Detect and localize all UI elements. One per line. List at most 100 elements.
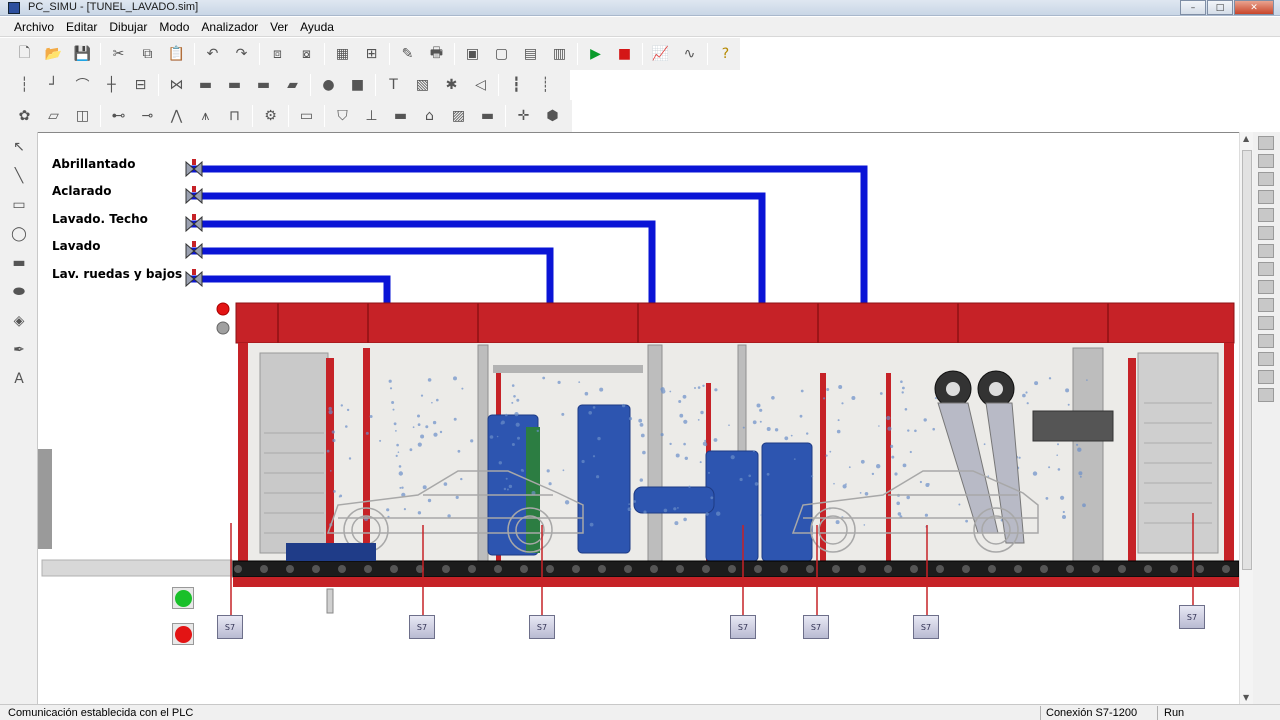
start-button[interactable] [172,587,194,609]
pointer-icon[interactable]: ↖ [0,132,38,161]
piston-icon[interactable]: ⊷ [104,103,133,129]
tripod-icon[interactable]: ⋀ [162,103,191,129]
send-back-icon[interactable]: ⧇ [292,41,321,67]
open-file-icon[interactable]: 📂 [39,41,68,67]
text-tool-icon[interactable]: A [0,364,38,393]
sensor-7[interactable]: S7 [1179,605,1205,629]
factory-icon[interactable]: ⌂ [415,103,444,129]
analyzer-icon[interactable]: ∿ [675,41,704,67]
stop-icon[interactable]: ■ [610,41,639,67]
panel-swatch-icon[interactable] [1258,298,1274,312]
speaker-icon[interactable]: ◁ [466,72,495,98]
filled-ellipse-icon[interactable]: ⬬ [0,277,38,306]
snap-grid-icon[interactable]: ⊞ [357,41,386,67]
panel-4-icon[interactable]: ▥ [545,41,574,67]
sensor-5[interactable]: S7 [803,615,829,639]
block2-icon[interactable]: ▬ [249,72,278,98]
bar2-icon[interactable]: ▬ [473,103,502,129]
run-icon[interactable]: ▶ [581,41,610,67]
slider2-icon[interactable]: ┊ [531,72,560,98]
panel-swatch-icon[interactable] [1258,190,1274,204]
minimize-button[interactable]: – [1180,0,1206,15]
block-icon[interactable]: ▬ [220,72,249,98]
panel-swatch-icon[interactable] [1258,388,1274,402]
stand-icon[interactable]: ⩚ [191,103,220,129]
hexagon-icon[interactable]: ⬢ [538,103,567,129]
menu-modo[interactable]: Modo [153,20,195,34]
square-icon[interactable]: ■ [343,72,372,98]
redo-icon[interactable]: ↷ [227,41,256,67]
pump-valve-icon[interactable]: ⊥ [357,103,386,129]
pencil-icon[interactable]: ✎ [393,41,422,67]
chart-icon[interactable]: 📈 [646,41,675,67]
grid-icon[interactable]: ▦ [328,41,357,67]
sensor-1[interactable]: S7 [217,615,243,639]
pipe-curve-icon[interactable]: ⌒ [68,72,97,98]
panel-swatch-icon[interactable] [1258,280,1274,294]
blob-icon[interactable]: ✿ [10,103,39,129]
menu-dibujar[interactable]: Dibujar [103,20,153,34]
line-icon[interactable]: ╲ [0,161,38,190]
menu-ver[interactable]: Ver [264,20,294,34]
undo-icon[interactable]: ↶ [198,41,227,67]
fill-bucket-icon[interactable]: ◈ [0,306,38,335]
panel-swatch-icon[interactable] [1258,172,1274,186]
bring-front-icon[interactable]: ⧈ [263,41,292,67]
cylinder-icon[interactable]: ⊸ [133,103,162,129]
conveyor-icon[interactable]: ▱ [39,103,68,129]
filled-rect-icon[interactable]: ▬ [0,248,38,277]
maximize-button[interactable]: □ [1207,0,1233,15]
print-preview-icon[interactable]: 🖶 [422,41,451,67]
panel-swatch-icon[interactable] [1258,208,1274,222]
close-button[interactable]: ✕ [1234,0,1274,15]
panel-1-icon[interactable]: ▣ [458,41,487,67]
valve-icon[interactable]: ⋈ [162,72,191,98]
motor-icon[interactable]: ▰ [278,72,307,98]
bar-icon[interactable]: ▬ [386,103,415,129]
text-icon[interactable]: T [379,72,408,98]
slider-icon[interactable]: ┇ [502,72,531,98]
panel-2-icon[interactable]: ▢ [487,41,516,67]
vertical-scrollbar[interactable]: ▲ ▼ [1239,132,1253,704]
scroll-down-icon[interactable]: ▼ [1243,693,1249,702]
hatch-icon[interactable]: ▨ [444,103,473,129]
ellipse-icon[interactable]: ◯ [0,219,38,248]
sensor-2[interactable]: S7 [409,615,435,639]
pipe-vertical-icon[interactable]: ┆ [10,72,39,98]
roller-icon[interactable]: ◫ [68,103,97,129]
circle-icon[interactable]: ● [314,72,343,98]
gear-cloud-icon[interactable]: ⚙ [256,103,285,129]
panel-swatch-icon[interactable] [1258,244,1274,258]
display-icon[interactable]: ▭ [292,103,321,129]
save-icon[interactable]: 💾 [68,41,97,67]
menu-analizador[interactable]: Analizador [195,20,264,34]
shield-icon[interactable]: ⛉ [328,103,357,129]
new-file-icon[interactable]: 🗋 [10,41,39,67]
menu-ayuda[interactable]: Ayuda [294,20,340,34]
sensor-4[interactable]: S7 [730,615,756,639]
panel-swatch-icon[interactable] [1258,334,1274,348]
panel-swatch-icon[interactable] [1258,226,1274,240]
pipe-cross-icon[interactable]: ┼ [97,72,126,98]
clamp-icon[interactable]: ⊓ [220,103,249,129]
menu-editar[interactable]: Editar [60,20,103,34]
help-icon[interactable]: ? [711,41,740,67]
scroll-up-icon[interactable]: ▲ [1243,134,1249,143]
sensor-6[interactable]: S7 [913,615,939,639]
panel-3-icon[interactable]: ▤ [516,41,545,67]
stop-button[interactable] [172,623,194,645]
pipe-elbow-icon[interactable]: ┘ [39,72,68,98]
panel-swatch-icon[interactable] [1258,370,1274,384]
pen-icon[interactable]: ✒ [0,335,38,364]
menu-archivo[interactable]: Archivo [8,20,60,34]
scroll-thumb[interactable] [1242,150,1252,570]
cut-icon[interactable]: ✂ [104,41,133,67]
rect-pump-icon[interactable]: ▬ [191,72,220,98]
panel-swatch-icon[interactable] [1258,262,1274,276]
sensor-3[interactable]: S7 [529,615,555,639]
copy-icon[interactable]: ⧉ [133,41,162,67]
tank-icon[interactable]: ⊟ [126,72,155,98]
simulation-canvas[interactable]: Abrillantado Aclarado Lavado. Techo Lava… [38,132,1239,704]
rectangle-icon[interactable]: ▭ [0,190,38,219]
image-icon[interactable]: ▧ [408,72,437,98]
